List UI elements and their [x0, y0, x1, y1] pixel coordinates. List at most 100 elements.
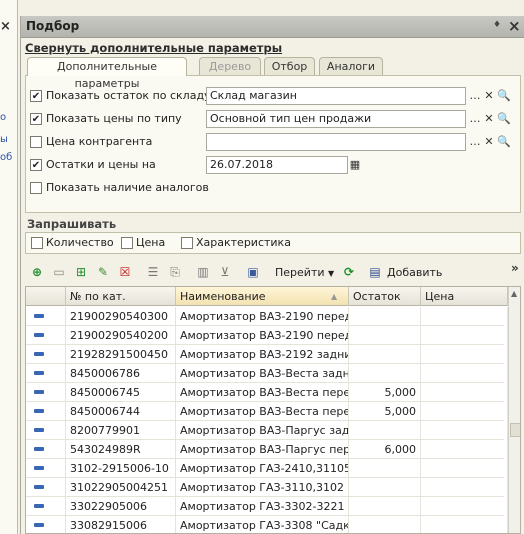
contractor-open-icon[interactable]: 🔍 — [497, 134, 511, 150]
tab-filter[interactable]: Отбор — [264, 57, 315, 75]
collapse-params-link[interactable]: Свернуть дополнительные параметры — [25, 41, 282, 55]
contractor-price-checkbox[interactable] — [30, 136, 42, 148]
row-icon-cell — [26, 307, 66, 326]
icon-column-header[interactable] — [26, 287, 66, 306]
price-checkbox[interactable] — [121, 237, 133, 249]
catalog-number-cell: 33022905006 — [66, 497, 176, 516]
item-name-cell: Амортизатор ГАЗ-3110,3102 п... — [176, 478, 349, 497]
quantity-checkbox[interactable] — [31, 237, 43, 249]
row-icon-cell — [26, 421, 66, 440]
analogs-label: Показать наличие аналогов — [46, 181, 209, 194]
table-row[interactable]: 21900290540300 Амортизатор ВАЗ-2190 перед… — [26, 307, 508, 326]
warehouse-clear-icon[interactable]: ✕ — [482, 88, 496, 104]
goto-label: Перейти — [275, 266, 325, 279]
table-row[interactable]: 21928291500450 Амортизатор ВАЗ-2192 задни… — [26, 345, 508, 364]
params-panel: ✔ Показать остаток по складу Склад магаз… — [25, 75, 521, 213]
selection-dialog: Подбор ♦ × Свернуть дополнительные парам… — [20, 16, 524, 534]
row-icon-cell — [26, 440, 66, 459]
background-link-2[interactable]: ы — [0, 134, 8, 145]
tab-additional-params[interactable]: Дополнительные параметры — [27, 57, 187, 90]
price-type-select-button[interactable]: … — [468, 111, 482, 127]
table-row[interactable]: 33082915006 Амортизатор ГАЗ-3308 "Садко..… — [26, 516, 508, 533]
title-bar[interactable]: Подбор ♦ × — [21, 16, 524, 38]
background-window: × о ы об — [0, 0, 18, 534]
request-panel: Количество Цена Характеристика — [25, 232, 521, 254]
contractor-select-button[interactable]: … — [468, 134, 482, 150]
toolbar-more-icon[interactable]: » — [511, 261, 519, 275]
table-row[interactable]: 8450006744 Амортизатор ВАЗ-Веста пере... 5… — [26, 402, 508, 421]
item-name-cell: Амортизатор ГАЗ-3308 "Садко... — [176, 516, 349, 533]
filter-list-icon[interactable]: ▥ — [195, 264, 211, 280]
background-link-3[interactable]: об — [0, 152, 12, 163]
row-icon-cell — [26, 478, 66, 497]
table-row[interactable]: 543024989R Амортизатор ВАЗ-Паргус пер... 6… — [26, 440, 508, 459]
stock-checkbox[interactable]: ✔ — [30, 90, 42, 102]
clear-filter-icon[interactable]: ⊻ — [217, 264, 233, 280]
table-row[interactable]: 33022905006Амортизатор ГАЗ-3302-3221 (2.… — [26, 497, 508, 516]
item-name-cell: Амортизатор ВАЗ-2190 перед... — [176, 307, 349, 326]
analogs-checkbox[interactable] — [30, 182, 42, 194]
close-icon[interactable]: × — [508, 17, 521, 35]
warehouse-open-icon[interactable]: 🔍 — [497, 88, 511, 104]
settings-icon[interactable]: ▣ — [245, 264, 261, 280]
warehouse-field[interactable]: Склад магазин — [206, 87, 466, 105]
tab-analogs[interactable]: Аналоги — [319, 57, 383, 75]
warehouse-select-button[interactable]: … — [468, 88, 482, 104]
edit-icon[interactable]: ✎ — [95, 264, 111, 280]
background-close-icon[interactable]: × — [0, 20, 14, 34]
table-row[interactable]: 21900290540200 Амортизатор ВАЗ-2190 перед… — [26, 326, 508, 345]
add-selected-icon[interactable]: ▤ — [367, 264, 383, 280]
items-table[interactable]: № по кат. Наименование ▲ Остаток Цена 21… — [25, 286, 521, 534]
table-row[interactable]: 8200779901 Амортизатор ВАЗ-Паргус зад... — [26, 421, 508, 440]
date-checkbox[interactable]: ✔ — [30, 159, 42, 171]
catalog-number-cell: 21900290540200 — [66, 326, 176, 345]
tab-tree[interactable]: Дерево — [199, 57, 261, 75]
goto-menu-button[interactable]: Перейти ▼ — [275, 266, 334, 279]
date-field[interactable]: 26.07.2018 — [206, 156, 348, 174]
table-row[interactable]: 8450006745 Амортизатор ВАЗ-Веста пере... 5… — [26, 383, 508, 402]
column-header-price[interactable]: Цена — [421, 287, 508, 306]
contractor-field[interactable] — [206, 133, 466, 151]
contractor-clear-icon[interactable]: ✕ — [482, 134, 496, 150]
request-title: Запрашивать — [27, 217, 117, 231]
catalog-number-cell: 8450006744 — [66, 402, 176, 421]
item-name-cell: Амортизатор ВАЗ-2190 перед... — [176, 326, 349, 345]
catalog-number-cell: 3102-2915006-10 — [66, 459, 176, 478]
vertical-scrollbar[interactable]: ▲ — [508, 287, 520, 533]
price-type-checkbox[interactable]: ✔ — [30, 113, 42, 125]
date-label: Остатки и цены на — [46, 158, 156, 171]
select-icon[interactable]: ⎘ — [167, 264, 183, 280]
hierarchy-icon[interactable]: ☰ — [145, 264, 161, 280]
scroll-up-icon[interactable]: ▲ — [511, 289, 517, 298]
add-row-icon[interactable]: ⊕ — [29, 264, 45, 280]
stock-cell — [349, 497, 421, 516]
copy-icon[interactable]: ⊞ — [73, 264, 89, 280]
catalog-number-cell: 8450006786 — [66, 364, 176, 383]
price-type-field[interactable]: Основной тип цен продажи — [206, 110, 466, 128]
price-type-open-icon[interactable]: 🔍 — [497, 111, 511, 127]
catalog-number-cell: 8450006745 — [66, 383, 176, 402]
scroll-thumb[interactable] — [510, 423, 520, 437]
window-menu-icon[interactable]: ♦ — [493, 20, 501, 30]
add-button[interactable]: Добавить — [387, 266, 442, 279]
delete-icon[interactable]: ☒ — [117, 264, 133, 280]
item-name-cell: Амортизатор ВАЗ-2192 задни... — [176, 345, 349, 364]
row-icon-cell — [26, 497, 66, 516]
table-row[interactable]: 31022905004251 Амортизатор ГАЗ-3110,3102 … — [26, 478, 508, 497]
price-type-label: Показать цены по типу — [46, 112, 182, 125]
sort-asc-icon: ▲ — [331, 292, 338, 301]
price-type-clear-icon[interactable]: ✕ — [482, 111, 496, 127]
calendar-icon[interactable]: ▦ — [348, 157, 362, 173]
refresh-icon[interactable]: ⟳ — [341, 264, 357, 280]
characteristic-checkbox[interactable] — [181, 237, 193, 249]
column-header-name[interactable]: Наименование ▲ — [176, 287, 349, 306]
column-header-catalog[interactable]: № по кат. — [66, 287, 176, 306]
table-row[interactable]: 8450006786 Амортизатор ВАЗ-Веста задний — [26, 364, 508, 383]
add-folder-icon[interactable]: ▭ — [51, 264, 67, 280]
row-icon-cell — [26, 516, 66, 533]
catalog-number-cell: 33082915006 — [66, 516, 176, 533]
background-link-1[interactable]: о — [0, 112, 6, 123]
table-row[interactable]: 3102-2915006-10 Амортизатор ГАЗ-2410,3110… — [26, 459, 508, 478]
stock-cell — [349, 516, 421, 533]
column-header-stock[interactable]: Остаток — [349, 287, 421, 306]
